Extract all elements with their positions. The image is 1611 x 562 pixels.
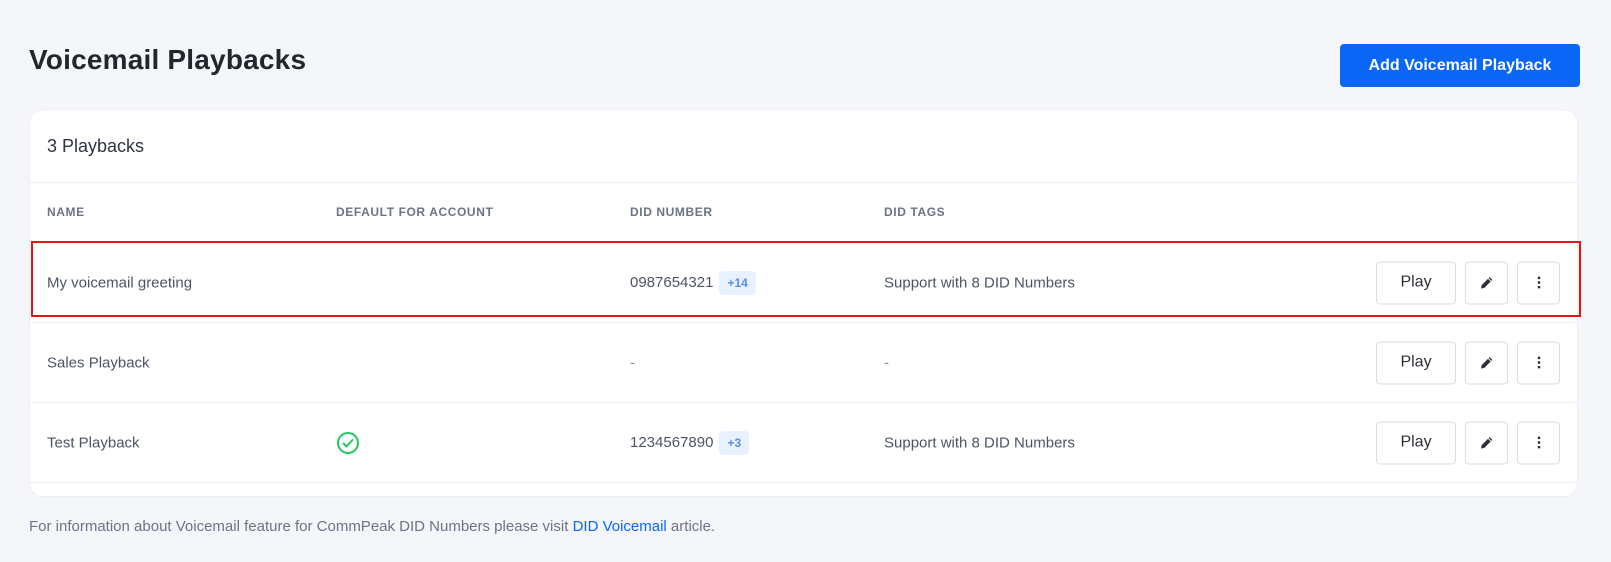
card-header: 3 Playbacks — [30, 110, 1577, 183]
table-row: My voicemail greeting 0987654321 +14 Sup… — [30, 243, 1577, 323]
did-number: 1234567890 — [630, 434, 714, 451]
did-number: 0987654321 — [630, 274, 714, 291]
table-row: Sales Playback - - Play — [30, 323, 1577, 403]
more-vertical-icon — [1537, 356, 1540, 369]
did-tags: - — [884, 354, 889, 371]
play-button[interactable]: Play — [1376, 341, 1456, 384]
table-header: NAME DEFAULT FOR ACCOUNT DID NUMBER DID … — [30, 183, 1577, 243]
did-number: - — [630, 354, 635, 371]
column-header-did-number: DID NUMBER — [630, 205, 713, 219]
column-header-default: DEFAULT FOR ACCOUNT — [336, 205, 494, 219]
table-row: Test Playback 1234567890 +3 Support with… — [30, 403, 1577, 483]
playbacks-card: 3 Playbacks NAME DEFAULT FOR ACCOUNT DID… — [29, 109, 1578, 497]
check-circle-icon — [337, 431, 359, 454]
add-voicemail-playback-button[interactable]: Add Voicemail Playback — [1340, 44, 1580, 87]
pencil-icon — [1480, 437, 1492, 449]
default-cell — [336, 431, 360, 455]
voicemail-playbacks-page: Voicemail Playbacks Add Voicemail Playba… — [0, 0, 1611, 562]
did-number-cell: 0987654321 +14 — [630, 270, 756, 295]
playback-name: My voicemail greeting — [47, 274, 193, 291]
did-extra-badge: +3 — [719, 430, 750, 455]
column-header-name: NAME — [47, 205, 85, 219]
play-button[interactable]: Play — [1376, 421, 1456, 464]
row-actions: Play — [1376, 261, 1560, 304]
playback-count: 3 Playbacks — [47, 135, 145, 156]
edit-button[interactable] — [1465, 421, 1508, 464]
did-voicemail-link[interactable]: DID Voicemail — [573, 518, 667, 535]
did-tags: Support with 8 DID Numbers — [884, 434, 1075, 451]
play-button[interactable]: Play — [1376, 261, 1456, 304]
row-actions: Play — [1376, 341, 1560, 384]
footer-note: For information about Voicemail feature … — [29, 518, 715, 535]
page-title: Voicemail Playbacks — [29, 44, 307, 75]
more-options-button[interactable] — [1517, 261, 1560, 304]
footer-text-before: For information about Voicemail feature … — [29, 518, 573, 535]
pencil-icon — [1480, 357, 1492, 369]
column-header-did-tags: DID TAGS — [884, 205, 946, 219]
more-options-button[interactable] — [1517, 341, 1560, 384]
did-tags: Support with 8 DID Numbers — [884, 274, 1075, 291]
row-actions: Play — [1376, 421, 1560, 464]
edit-button[interactable] — [1465, 341, 1508, 384]
did-number-cell: 1234567890 +3 — [630, 430, 750, 455]
did-extra-badge: +14 — [719, 270, 756, 295]
more-options-button[interactable] — [1517, 421, 1560, 464]
edit-button[interactable] — [1465, 261, 1508, 304]
more-vertical-icon — [1537, 436, 1540, 449]
footer-text-after: article. — [666, 518, 716, 535]
pencil-icon — [1480, 277, 1492, 289]
playback-name: Test Playback — [47, 434, 140, 451]
more-vertical-icon — [1537, 276, 1540, 289]
playback-name: Sales Playback — [47, 354, 150, 371]
